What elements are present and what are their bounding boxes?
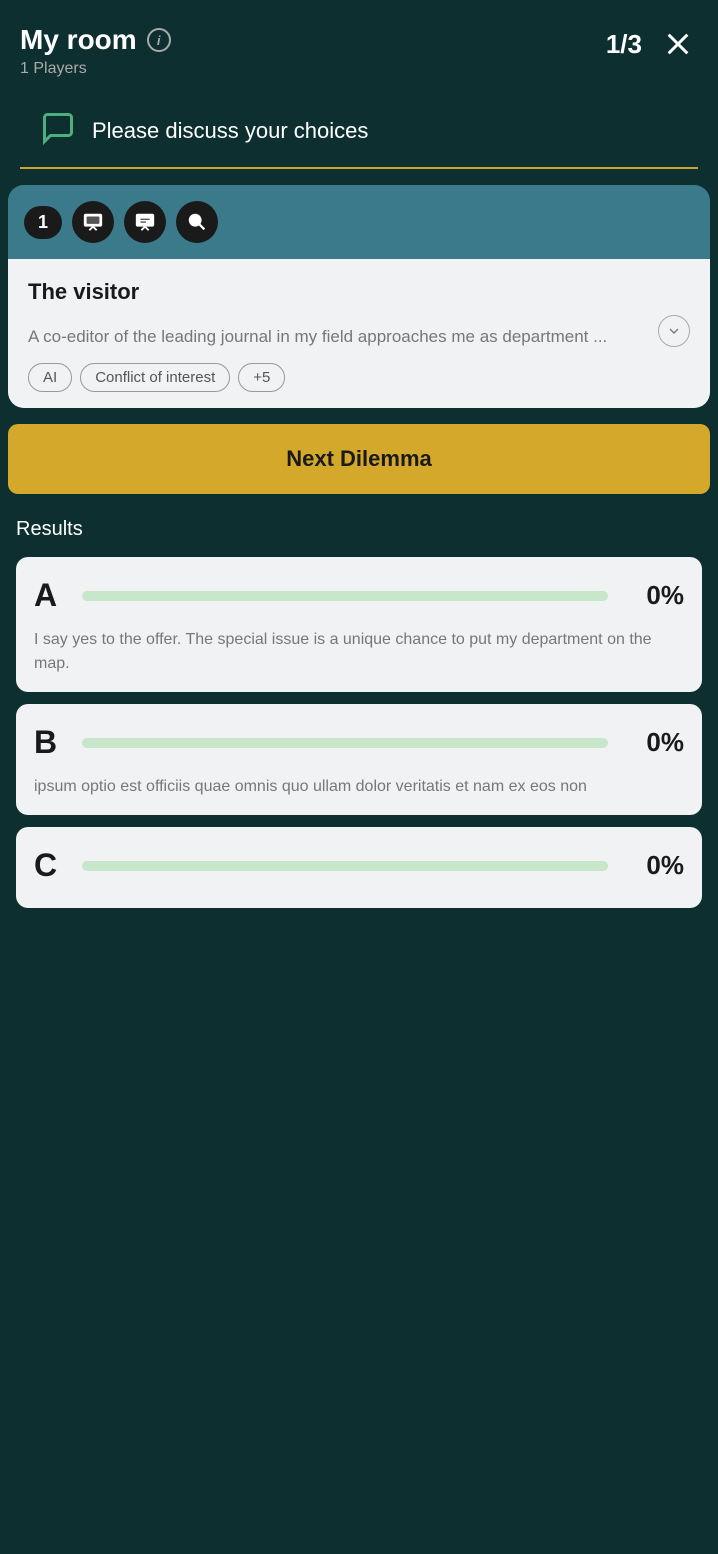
card-badge: 1 (24, 206, 62, 239)
result-card-b: B 0% ipsum optio est officiis quae omnis… (16, 704, 702, 815)
discussion-banner: Please discuss your choices (20, 94, 698, 169)
card-tags: AI Conflict of interest +5 (28, 363, 690, 392)
room-title: My room (20, 24, 137, 56)
result-bar-b (82, 738, 608, 748)
result-top-a: A 0% (34, 577, 684, 614)
tag-more[interactable]: +5 (238, 363, 285, 392)
page-counter: 1/3 (606, 29, 642, 60)
card-header: 1 (8, 185, 710, 259)
result-bar-c (82, 861, 608, 871)
header-left: My room i 1 Players (20, 24, 171, 78)
icon-search (176, 201, 218, 243)
header: My room i 1 Players 1/3 (0, 0, 718, 94)
result-desc-b: ipsum optio est officiis quae omnis quo … (34, 775, 684, 799)
result-card-a: A 0% I say yes to the offer. The special… (16, 557, 702, 692)
card-body: The visitor A co-editor of the leading j… (8, 259, 710, 408)
expand-button[interactable] (658, 315, 690, 347)
result-top-c: C 0% (34, 847, 684, 884)
results-title: Results (16, 518, 702, 541)
result-card-c: C 0% (16, 827, 702, 908)
results-section: Results A 0% I say yes to the offer. The… (0, 494, 718, 908)
close-button[interactable] (658, 24, 698, 64)
title-row: My room i (20, 24, 171, 56)
dilemma-card: 1 The visitor A co-editor of the leading… (8, 185, 710, 408)
result-bar-a (82, 591, 608, 601)
discussion-text: Please discuss your choices (92, 118, 368, 144)
icon-slides (124, 201, 166, 243)
info-icon[interactable]: i (147, 28, 171, 52)
result-percent-c: 0% (624, 850, 684, 881)
card-title: The visitor (28, 279, 690, 305)
result-letter-c: C (34, 847, 66, 884)
result-letter-b: B (34, 724, 66, 761)
result-letter-a: A (34, 577, 66, 614)
icon-presentation (72, 201, 114, 243)
tag-ai[interactable]: AI (28, 363, 72, 392)
result-top-b: B 0% (34, 724, 684, 761)
tag-conflict[interactable]: Conflict of interest (80, 363, 230, 392)
next-dilemma-button[interactable]: Next Dilemma (8, 424, 710, 494)
card-description: A co-editor of the leading journal in my… (28, 315, 690, 349)
result-percent-a: 0% (624, 580, 684, 611)
chat-icon (40, 110, 76, 151)
result-percent-b: 0% (624, 727, 684, 758)
result-desc-a: I say yes to the offer. The special issu… (34, 628, 684, 676)
players-label: 1 Players (20, 60, 171, 78)
